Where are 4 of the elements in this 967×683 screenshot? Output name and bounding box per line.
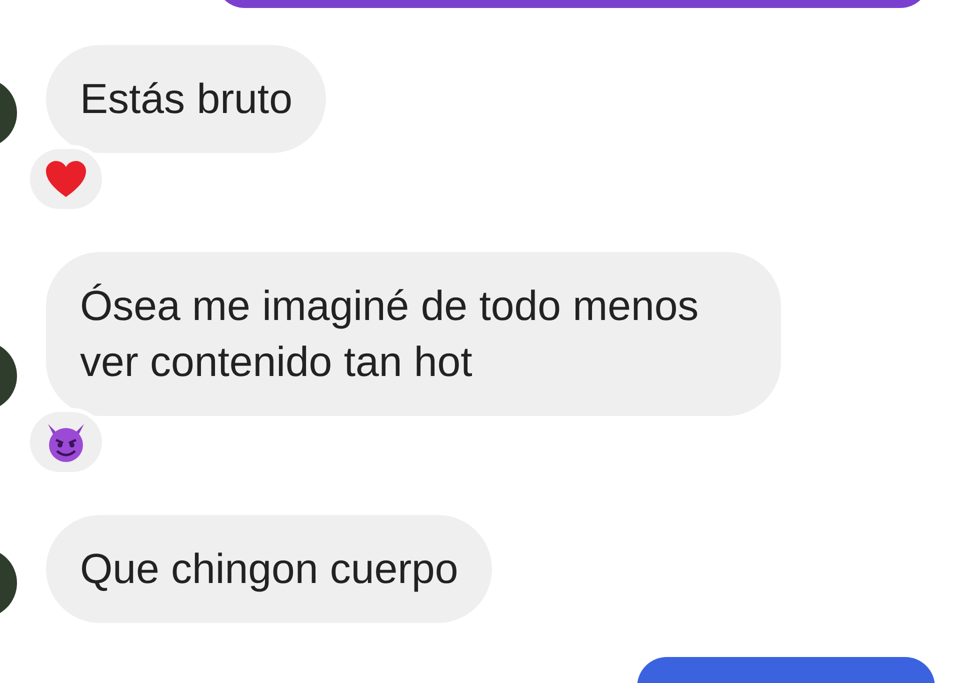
heart-icon [44, 159, 88, 199]
message-text: Ósea me imaginé de todo menos ver contenido tan hot [46, 252, 781, 416]
message-text: Que chingon cuerpo [46, 515, 492, 623]
message-text: Estás bruto [46, 45, 326, 153]
